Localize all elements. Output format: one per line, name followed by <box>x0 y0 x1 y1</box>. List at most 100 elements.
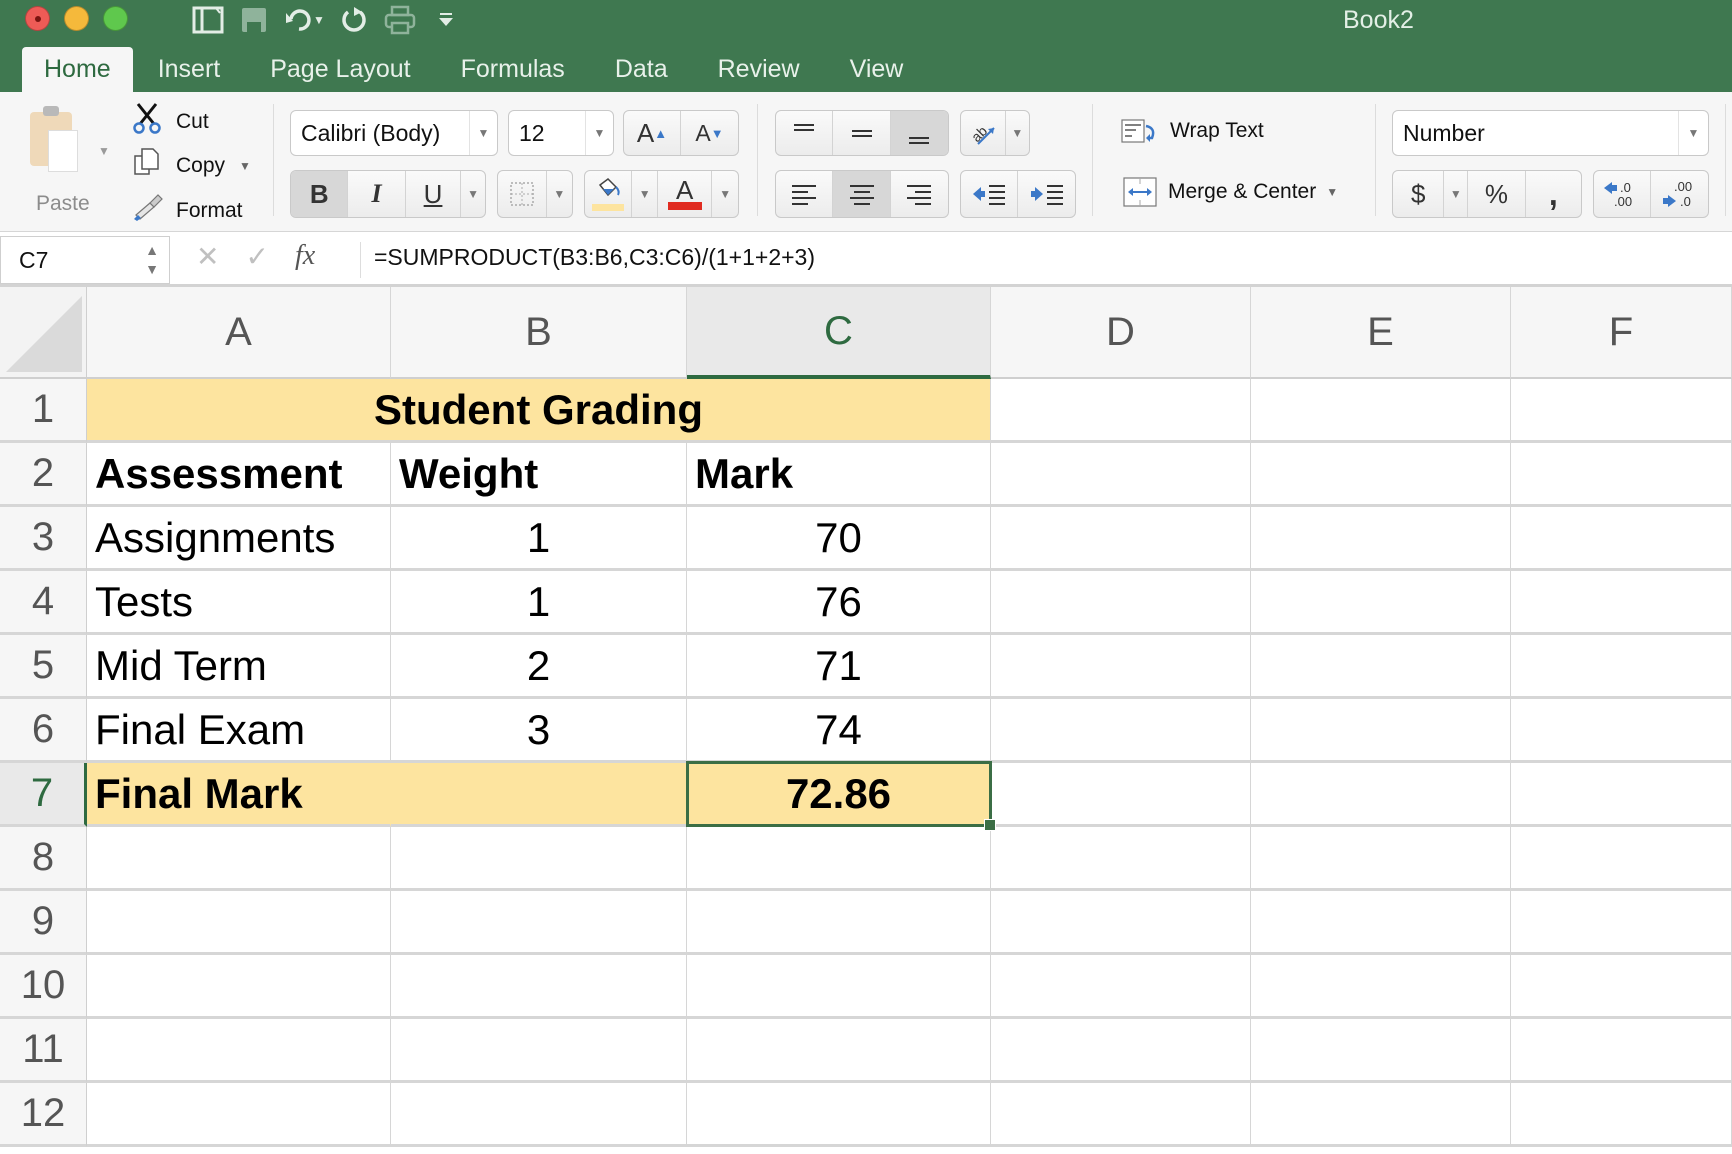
weight-cell[interactable]: 2 <box>391 635 687 699</box>
cell-b10[interactable] <box>391 955 687 1019</box>
worksheet-grid[interactable]: A B C D E F 1 2 3 4 5 6 7 8 9 10 11 12 Student Grading Asse… <box>0 287 1732 1154</box>
column-header-e[interactable]: E <box>1251 287 1511 379</box>
increase-font-size-button[interactable]: A ▲ <box>624 111 682 155</box>
cell-c12[interactable] <box>687 1083 991 1147</box>
tab-page-layout[interactable]: Page Layout <box>245 47 435 92</box>
maximize-window-button[interactable] <box>103 6 128 31</box>
cell-d2[interactable] <box>991 443 1251 507</box>
tab-insert[interactable]: Insert <box>133 47 246 92</box>
align-center-button[interactable] <box>833 171 891 217</box>
row-header-4[interactable]: 4 <box>0 571 87 635</box>
row-header-10[interactable]: 10 <box>0 955 87 1019</box>
cell-d6[interactable] <box>991 699 1251 763</box>
row-header-6[interactable]: 6 <box>0 699 87 763</box>
row-header-5[interactable]: 5 <box>0 635 87 699</box>
insert-function-icon[interactable]: fx <box>295 240 315 273</box>
merge-center-dropdown-icon[interactable]: ▼ <box>1326 185 1338 199</box>
cell-d10[interactable] <box>991 955 1251 1019</box>
fill-handle[interactable] <box>985 821 997 833</box>
column-header-f[interactable]: F <box>1511 287 1732 379</box>
increase-indent-button[interactable] <box>1018 171 1075 217</box>
cell-e9[interactable] <box>1251 891 1511 955</box>
mark-cell[interactable]: 71 <box>687 635 991 699</box>
cell-d9[interactable] <box>991 891 1251 955</box>
font-color-dropdown-icon[interactable]: ▼ <box>712 171 738 217</box>
format-painter-button[interactable]: Format <box>132 193 243 228</box>
orientation-button[interactable]: ab ▼ <box>960 110 1030 156</box>
cell-e2[interactable] <box>1251 443 1511 507</box>
row-header-3[interactable]: 3 <box>0 507 87 571</box>
header-assessment-cell[interactable]: Assessment <box>87 443 391 507</box>
final-mark-label-cell[interactable]: Final Mark <box>87 763 391 827</box>
cell-f10[interactable] <box>1511 955 1732 1019</box>
cell-f3[interactable] <box>1511 507 1732 571</box>
cell-f9[interactable] <box>1511 891 1732 955</box>
mark-cell[interactable]: 70 <box>687 507 991 571</box>
tab-data[interactable]: Data <box>590 47 693 92</box>
font-size-dropdown[interactable]: 12 ▼ <box>508 110 614 156</box>
row-header-11[interactable]: 11 <box>0 1019 87 1083</box>
cell-d4[interactable] <box>991 571 1251 635</box>
cell-c8[interactable] <box>687 827 991 891</box>
copy-dropdown-icon[interactable]: ▼ <box>239 159 251 173</box>
decrease-decimal-button[interactable]: .00.0 <box>1651 171 1708 217</box>
comma-style-button[interactable]: , <box>1526 171 1581 217</box>
increase-decimal-button[interactable]: .0.00 <box>1594 171 1652 217</box>
cell-e4[interactable] <box>1251 571 1511 635</box>
customize-toolbar-icon[interactable] <box>423 2 469 38</box>
cell-d12[interactable] <box>991 1083 1251 1147</box>
align-middle-button[interactable] <box>833 111 891 155</box>
row-header-12[interactable]: 12 <box>0 1083 87 1147</box>
borders-dropdown-icon[interactable]: ▼ <box>547 171 572 217</box>
cell-d11[interactable] <box>991 1019 1251 1083</box>
cut-button[interactable]: Cut <box>132 102 209 141</box>
number-format-dropdown[interactable]: Number ▼ <box>1392 110 1709 156</box>
copy-button[interactable]: Copy ▼ <box>132 147 251 184</box>
select-all-button[interactable] <box>0 287 87 379</box>
undo-dropdown-icon[interactable]: ▼ <box>313 13 325 27</box>
cell-f5[interactable] <box>1511 635 1732 699</box>
assessment-cell[interactable]: Mid Term <box>87 635 391 699</box>
percent-button[interactable]: % <box>1468 171 1526 217</box>
row-header-1[interactable]: 1 <box>0 379 87 443</box>
cell-c11[interactable] <box>687 1019 991 1083</box>
cell-f12[interactable] <box>1511 1083 1732 1147</box>
assessment-cell[interactable]: Assignments <box>87 507 391 571</box>
tab-home[interactable]: Home <box>22 47 133 92</box>
name-box[interactable]: C7 ▲ ▼ <box>0 236 170 284</box>
cell-f7[interactable] <box>1511 763 1732 827</box>
decrease-indent-button[interactable] <box>961 171 1019 217</box>
cell-d5[interactable] <box>991 635 1251 699</box>
cell-a11[interactable] <box>87 1019 391 1083</box>
cell-e3[interactable] <box>1251 507 1511 571</box>
cell-e6[interactable] <box>1251 699 1511 763</box>
mark-cell[interactable]: 74 <box>687 699 991 763</box>
row-header-2[interactable]: 2 <box>0 443 87 507</box>
currency-button[interactable]: $ <box>1393 171 1445 217</box>
cell-c10[interactable] <box>687 955 991 1019</box>
cell-a12[interactable] <box>87 1083 391 1147</box>
borders-icon[interactable] <box>498 171 547 217</box>
weight-cell[interactable]: 1 <box>391 507 687 571</box>
cell-e1[interactable] <box>1251 379 1511 443</box>
sidebar-toggle-icon[interactable] <box>185 2 231 38</box>
fill-color-dropdown-icon[interactable]: ▼ <box>632 171 659 217</box>
cell-a8[interactable] <box>87 827 391 891</box>
align-right-button[interactable] <box>891 171 948 217</box>
font-name-dropdown[interactable]: Calibri (Body) ▼ <box>290 110 498 156</box>
header-weight-cell[interactable]: Weight <box>391 443 687 507</box>
cell-e8[interactable] <box>1251 827 1511 891</box>
mark-cell[interactable]: 76 <box>687 571 991 635</box>
merge-center-button[interactable]: Merge & Center ▼ <box>1122 176 1338 208</box>
column-header-a[interactable]: A <box>87 287 391 379</box>
cell-a10[interactable] <box>87 955 391 1019</box>
decrease-font-size-button[interactable]: A ▼ <box>681 111 738 155</box>
column-header-c[interactable]: C <box>687 287 991 379</box>
enter-icon[interactable]: ✓ <box>245 240 268 273</box>
cell-d7[interactable] <box>991 763 1251 827</box>
italic-button[interactable]: I <box>348 171 406 217</box>
cell-f4[interactable] <box>1511 571 1732 635</box>
close-window-button[interactable] <box>25 6 50 31</box>
minimize-window-button[interactable] <box>64 6 89 31</box>
cell-e12[interactable] <box>1251 1083 1511 1147</box>
